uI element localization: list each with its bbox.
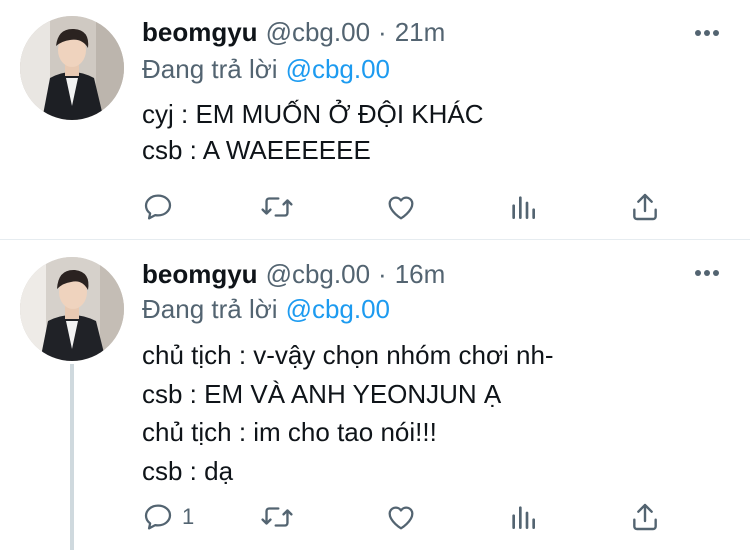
like-button[interactable] [385, 497, 417, 537]
retweet-button[interactable] [260, 187, 294, 227]
separator-dot: · [378, 258, 387, 289]
timestamp[interactable]: 16m [395, 259, 446, 290]
more-options-icon[interactable] [692, 18, 722, 48]
share-icon [633, 193, 657, 221]
like-button[interactable] [385, 187, 417, 227]
tweet-header: beomgyu @cbg.00 · 16m [142, 257, 445, 291]
views-button[interactable] [508, 497, 538, 537]
replying-prefix: Đang trả lời [142, 53, 278, 84]
timestamp[interactable]: 21m [395, 17, 446, 48]
share-button[interactable] [630, 497, 660, 537]
avatar[interactable] [20, 257, 124, 361]
tweet-line: csb : EM VÀ ANH YEONJUN Ạ [142, 378, 502, 409]
display-name[interactable]: beomgyu [142, 17, 258, 48]
like-heart-icon [388, 196, 414, 220]
share-icon [633, 503, 657, 531]
retweet-icon [261, 197, 293, 217]
views-chart-icon [512, 506, 535, 529]
tweet-line: csb : A WAEEEEEE [142, 135, 371, 165]
user-handle[interactable]: @cbg.00 [266, 259, 370, 290]
reply-button[interactable]: 1 [142, 497, 194, 537]
reply-button[interactable] [142, 187, 182, 227]
action-bar [142, 187, 662, 227]
share-button[interactable] [630, 187, 660, 227]
tweet-line: chủ tịch : v-vậy chọn nhóm chơi nh- [142, 340, 554, 370]
avatar[interactable] [20, 16, 124, 120]
replying-to: Đang trả lời @cbg.00 [142, 292, 390, 326]
replying-prefix: Đang trả lời [142, 293, 278, 324]
retweet-icon [261, 507, 293, 527]
reply-icon [144, 194, 172, 220]
mention-link[interactable]: @cbg.00 [286, 54, 390, 85]
more-options-icon[interactable] [692, 258, 722, 288]
user-handle[interactable]: @cbg.00 [266, 17, 370, 48]
mention-link[interactable]: @cbg.00 [286, 294, 390, 325]
like-heart-icon [388, 506, 414, 530]
reply-icon [144, 504, 172, 530]
retweet-button[interactable] [260, 497, 294, 537]
tweet-line: chủ tịch : im cho tao nói!!! [142, 417, 437, 447]
tweet-text: cyj : EM MUỐN Ở ĐỘI KHÁC csb : A WAEEEEE… [142, 96, 484, 168]
tweet-header: beomgyu @cbg.00 · 21m [142, 15, 445, 49]
tweet-text: chủ tịch : v-vậy chọn nhóm chơi nh- csb … [142, 336, 554, 490]
action-bar: 1 [142, 497, 662, 537]
tweet-line: cyj : EM MUỐN Ở ĐỘI KHÁC [142, 99, 484, 129]
display-name[interactable]: beomgyu [142, 259, 258, 290]
tweet-line: csb : dạ [142, 455, 234, 486]
separator-dot: · [378, 16, 387, 47]
avatar-photo [20, 257, 124, 361]
avatar-photo [20, 16, 124, 120]
thread-connector-line [70, 364, 74, 550]
tweet-1[interactable]: beomgyu @cbg.00 · 21m Đang trả lời @cbg.… [0, 0, 750, 240]
reply-count: 1 [182, 504, 195, 529]
replying-to: Đang trả lời @cbg.00 [142, 52, 390, 86]
views-chart-icon [512, 196, 535, 219]
views-button[interactable] [508, 187, 538, 227]
